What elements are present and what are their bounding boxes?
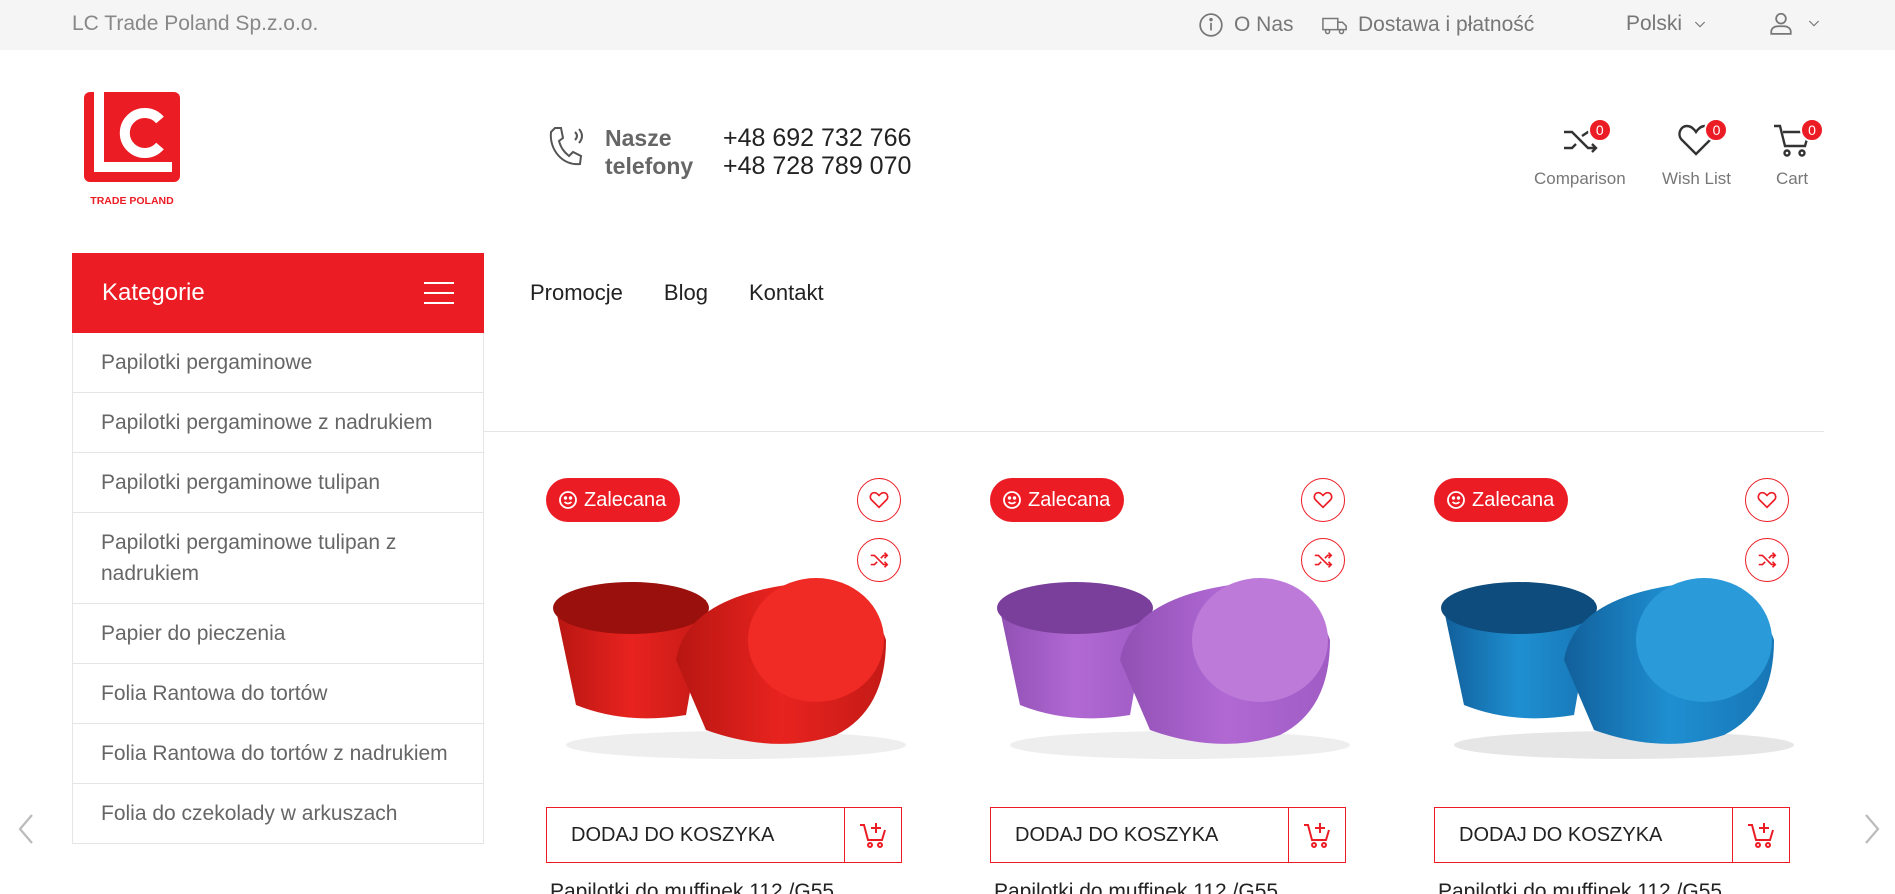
recommended-badge: Zalecana xyxy=(1434,478,1569,522)
top-bar: LC Trade Poland Sp.z.o.o. O Nas Dostawa … xyxy=(0,0,1895,50)
chevron-down-icon xyxy=(1694,21,1706,28)
divider xyxy=(484,431,1824,432)
categories-title: Kategorie xyxy=(102,279,205,306)
category-item[interactable]: Papilotki pergaminowe xyxy=(73,333,483,393)
wishlist-button[interactable]: 0 Wish List xyxy=(1662,118,1731,189)
phone-number[interactable]: +48 728 789 070 xyxy=(723,152,911,180)
wishlist-count-badge: 0 xyxy=(1704,118,1729,142)
category-item[interactable]: Papilotki pergaminowe z nadrukiem xyxy=(73,393,483,453)
account-menu[interactable] xyxy=(1768,10,1822,36)
add-to-compare-button[interactable] xyxy=(1745,538,1789,582)
heart-icon xyxy=(1313,491,1333,509)
shuffle-icon xyxy=(1314,552,1333,568)
site-logo[interactable]: TRADE POLAND xyxy=(82,90,182,210)
smile-icon xyxy=(1003,491,1021,509)
comparison-button[interactable]: 0 Comparison xyxy=(1534,118,1626,189)
nav-blog[interactable]: Blog xyxy=(664,280,708,306)
category-item[interactable]: Papilotki pergaminowe tulipan z nadrukie… xyxy=(73,513,483,604)
product-image[interactable] xyxy=(1424,540,1804,770)
product-title[interactable]: Papilotki do muffinek 112 /G55 xyxy=(1438,880,1722,894)
cart-button[interactable]: 0 Cart xyxy=(1772,118,1824,189)
svg-text:TRADE POLAND: TRADE POLAND xyxy=(90,195,174,207)
cart-label: Cart xyxy=(1775,169,1809,188)
carousel-next-arrow[interactable] xyxy=(1856,812,1886,846)
category-item[interactable]: Folia Rantowa do tortów z nadrukiem xyxy=(73,724,483,784)
add-to-cart-button[interactable]: DODAJ DO KOSZYKA xyxy=(990,807,1346,863)
shuffle-icon xyxy=(1758,552,1777,568)
product-image[interactable] xyxy=(980,540,1360,770)
recommended-badge: Zalecana xyxy=(546,478,681,522)
categories-header[interactable]: Kategorie xyxy=(72,253,484,333)
delivery-label: Dostawa i płatność xyxy=(1358,13,1535,36)
smile-icon xyxy=(559,491,577,509)
main-nav: Promocje Blog Kontakt xyxy=(530,280,824,306)
add-to-compare-button[interactable] xyxy=(857,538,901,582)
delivery-link[interactable]: Dostawa i płatność xyxy=(1322,12,1534,38)
phone-icon xyxy=(549,127,583,166)
badge-label: Zalecana xyxy=(1028,488,1111,511)
cart-count-badge: 0 xyxy=(1800,118,1824,142)
category-item[interactable]: Folia do czekolady w arkuszach xyxy=(73,784,483,844)
phone-number[interactable]: +48 692 732 766 xyxy=(723,124,911,152)
about-label: O Nas xyxy=(1234,13,1294,36)
add-to-cart-label: DODAJ DO KOSZYKA xyxy=(1435,808,1733,862)
cart-plus-icon xyxy=(1304,823,1330,848)
add-to-cart-button[interactable]: DODAJ DO KOSZYKA xyxy=(546,807,902,863)
add-to-cart-button[interactable]: DODAJ DO KOSZYKA xyxy=(1434,807,1790,863)
categories-list: Papilotki pergaminowe Papilotki pergamin… xyxy=(72,333,484,844)
heart-icon xyxy=(1757,491,1777,509)
cart-plus-icon xyxy=(1748,823,1774,848)
about-link[interactable]: O Nas xyxy=(1198,12,1294,38)
comparison-count-badge: 0 xyxy=(1587,118,1612,142)
category-item[interactable]: Papilotki pergaminowe tulipan xyxy=(73,453,483,513)
carousel-prev-arrow[interactable] xyxy=(12,812,42,846)
chevron-down-icon xyxy=(1808,20,1820,27)
product-title[interactable]: Papilotki do muffinek 112 /G55 xyxy=(550,880,834,894)
nav-kontakt[interactable]: Kontakt xyxy=(749,280,824,306)
company-name: LC Trade Poland Sp.z.o.o. xyxy=(72,12,319,35)
phones-label: Nasze telefony xyxy=(605,125,694,179)
add-to-wishlist-button[interactable] xyxy=(1301,478,1345,522)
user-icon xyxy=(1770,12,1792,35)
nav-promocje[interactable]: Promocje xyxy=(530,280,623,306)
heart-icon xyxy=(869,491,889,509)
product-image[interactable] xyxy=(536,540,916,770)
badge-label: Zalecana xyxy=(1472,488,1555,511)
add-to-wishlist-button[interactable] xyxy=(857,478,901,522)
smile-icon xyxy=(1447,491,1465,509)
phone-block: Nasze telefony +48 692 732 766 +48 728 7… xyxy=(545,124,911,180)
shuffle-icon xyxy=(870,552,889,568)
add-to-wishlist-button[interactable] xyxy=(1745,478,1789,522)
add-to-compare-button[interactable] xyxy=(1301,538,1345,582)
add-to-cart-label: DODAJ DO KOSZYKA xyxy=(547,808,845,862)
comparison-label: Comparison xyxy=(1534,169,1626,188)
language-label: Polski xyxy=(1626,12,1683,35)
phone-numbers: +48 692 732 766 +48 728 789 070 xyxy=(723,124,911,180)
recommended-badge: Zalecana xyxy=(990,478,1125,522)
product-title[interactable]: Papilotki do muffinek 112 /G55 xyxy=(994,880,1278,894)
truck-icon xyxy=(1322,17,1347,35)
cart-plus-icon xyxy=(860,823,886,848)
add-to-cart-label: DODAJ DO KOSZYKA xyxy=(991,808,1289,862)
badge-label: Zalecana xyxy=(584,488,667,511)
wishlist-label: Wish List xyxy=(1662,169,1731,188)
category-item[interactable]: Papier do pieczenia xyxy=(73,604,483,664)
info-icon xyxy=(1199,13,1223,37)
category-item[interactable]: Folia Rantowa do tortów xyxy=(73,664,483,724)
menu-icon[interactable] xyxy=(424,282,454,304)
language-selector[interactable]: Polski xyxy=(1626,12,1708,36)
